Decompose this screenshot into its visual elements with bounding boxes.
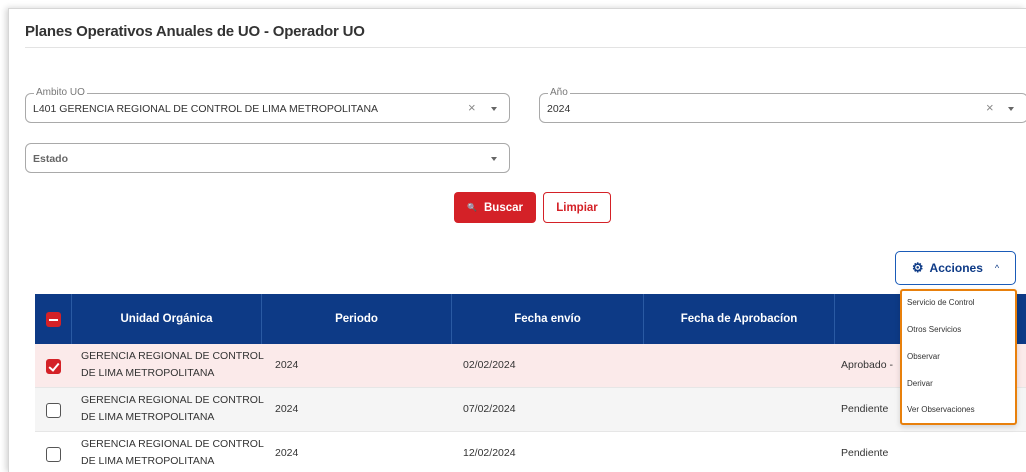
row-unidad-organica: GERENCIA REGIONAL DE CONTROL DE LIMA MET…	[81, 350, 264, 379]
limpiar-label: Limpiar	[556, 201, 598, 214]
chevron-up-icon: ^	[994, 263, 1000, 273]
select-all-checkbox[interactable]	[46, 312, 61, 327]
header-unidad-organica[interactable]: Unidad Orgánica	[72, 294, 262, 344]
gear-icon: ⚙	[911, 260, 924, 275]
page-frame: Planes Operativos Anuales de UO - Operad…	[8, 8, 1026, 472]
buscar-label: Buscar	[483, 201, 523, 214]
chevron-down-icon[interactable]	[491, 157, 497, 161]
table-header: Unidad Orgánica Periodo Fecha envío Fech…	[35, 294, 1026, 344]
ambito-uo-value: L401 GERENCIA REGIONAL DE CONTROL DE LIM…	[33, 103, 379, 115]
row-fecha-envio: 07/02/2024	[463, 403, 516, 415]
title-divider	[25, 47, 1026, 48]
row-checkbox[interactable]	[46, 403, 61, 418]
clear-icon[interactable]: ×	[468, 101, 476, 115]
estado-select[interactable]: Estado	[25, 143, 510, 173]
row-unidad-organica: GERENCIA REGIONAL DE CONTROL DE LIMA MET…	[81, 438, 264, 467]
menu-item-servicio-control[interactable]: Servicio de Control	[907, 298, 975, 307]
chevron-down-icon[interactable]	[1008, 107, 1014, 111]
menu-item-otros-servicios[interactable]: Otros Servicios	[907, 325, 961, 334]
row-fecha-envio: 02/02/2024	[463, 359, 516, 371]
anio-select[interactable]: Año 2024 ×	[539, 86, 1026, 123]
row-periodo: 2024	[275, 447, 299, 459]
row-estado: Pendiente	[841, 447, 889, 459]
search-icon: 🔍	[467, 203, 477, 212]
header-periodo[interactable]: Periodo	[262, 294, 452, 344]
anio-value: 2024	[547, 103, 571, 115]
row-fecha-envio: 12/02/2024	[463, 447, 516, 459]
page-title: Planes Operativos Anuales de UO - Operad…	[25, 23, 365, 40]
table-row[interactable]: GERENCIA REGIONAL DE CONTROL DE LIMA MET…	[35, 432, 1026, 472]
row-estado: Pendiente	[841, 403, 889, 415]
poa-table: Unidad Orgánica Periodo Fecha envío Fech…	[35, 294, 1026, 472]
menu-item-ver-observaciones[interactable]: Ver Observaciones	[907, 405, 975, 414]
menu-item-observar[interactable]: Observar	[907, 352, 940, 361]
estado-placeholder: Estado	[33, 153, 69, 165]
ambito-uo-label: Ambito UO	[34, 86, 87, 100]
ambito-uo-select[interactable]: Ambito UO L401 GERENCIA REGIONAL DE CONT…	[25, 86, 510, 123]
acciones-label: Acciones	[929, 261, 983, 275]
table-row[interactable]: GERENCIA REGIONAL DE CONTROL DE LIMA MET…	[35, 344, 1026, 388]
row-periodo: 2024	[275, 403, 299, 415]
table-row[interactable]: GERENCIA REGIONAL DE CONTROL DE LIMA MET…	[35, 388, 1026, 432]
header-select-cell	[35, 294, 72, 344]
row-unidad-organica: GERENCIA REGIONAL DE CONTROL DE LIMA MET…	[81, 394, 264, 423]
menu-item-derivar[interactable]: Derivar	[907, 379, 933, 388]
row-checkbox[interactable]	[46, 359, 61, 374]
anio-label: Año	[548, 86, 570, 100]
acciones-button[interactable]: ⚙ Acciones ^	[895, 251, 1016, 285]
chevron-down-icon[interactable]	[491, 107, 497, 111]
row-checkbox[interactable]	[46, 447, 61, 462]
limpiar-button[interactable]: Limpiar	[543, 192, 611, 223]
header-fecha-envio[interactable]: Fecha envío	[452, 294, 644, 344]
clear-icon[interactable]: ×	[986, 101, 994, 115]
header-fecha-aprobacion[interactable]: Fecha de Aprobacíon	[644, 294, 835, 344]
row-estado: Aprobado -	[841, 359, 893, 371]
buscar-button[interactable]: 🔍 Buscar	[454, 192, 536, 223]
acciones-menu: Servicio de Control Otros Servicios Obse…	[900, 289, 1017, 425]
row-periodo: 2024	[275, 359, 299, 371]
